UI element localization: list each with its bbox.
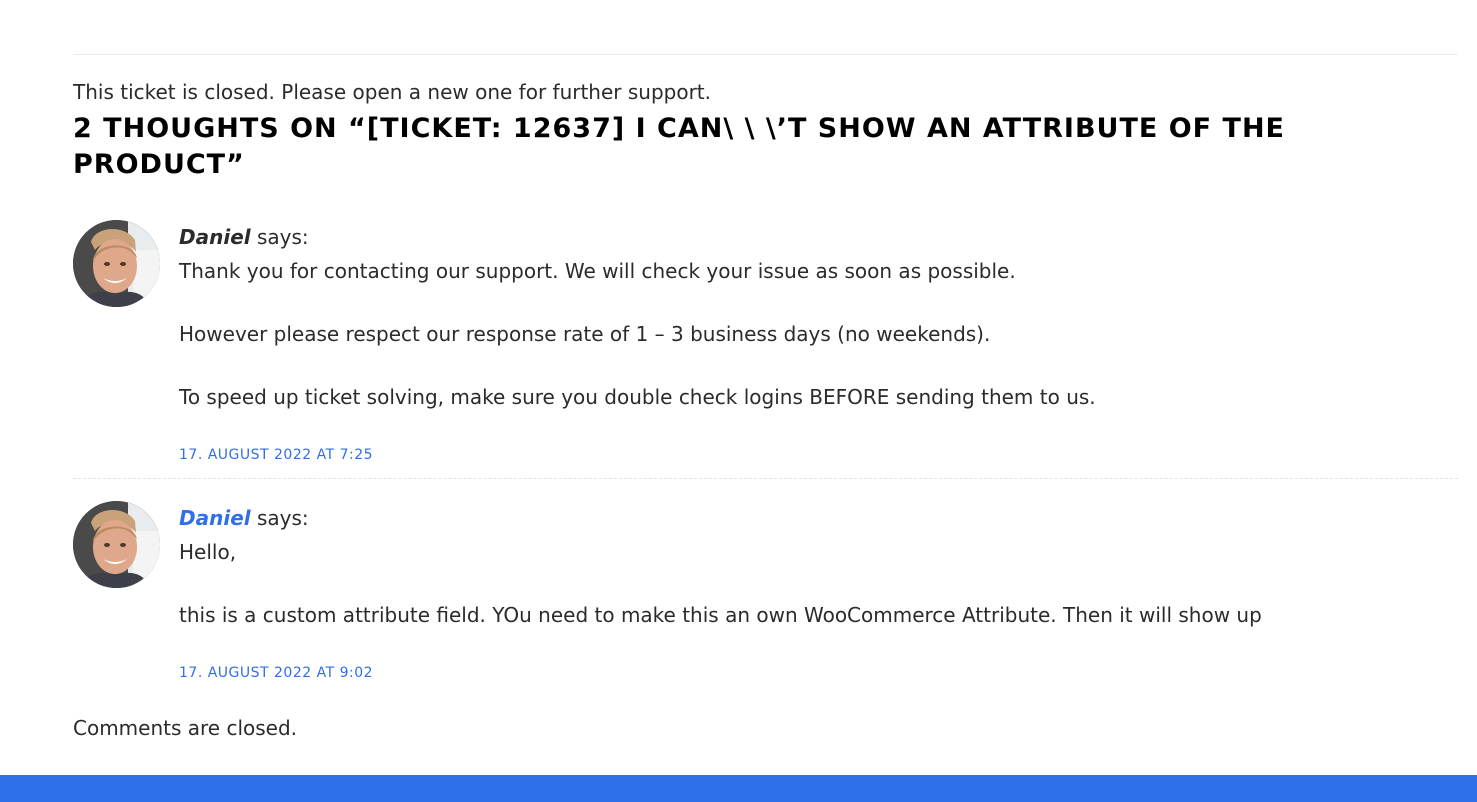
comment-meta: Daniel says: (179, 220, 1449, 254)
comment-date-link[interactable]: 17. August 2022 at 9:02 (179, 663, 373, 683)
comments-title: 2 thoughts on “[Ticket: 12637] I can\ \ … (73, 113, 1285, 180)
footer-bar (0, 775, 1477, 802)
comment-paragraph: Thank you for contacting our support. We… (179, 259, 1016, 283)
says-label: says: (250, 225, 309, 249)
comment-paragraph: this is a custom attribute field. YOu ne… (179, 603, 1262, 627)
avatar-image (73, 501, 160, 588)
author-avatar-icon (73, 220, 160, 307)
says-label: says: (250, 506, 309, 530)
comment-author-link[interactable]: Daniel (179, 506, 251, 530)
comment-body: Daniel says: Hello, this is a custom att… (179, 501, 1449, 683)
comment-date-link[interactable]: 17. August 2022 at 7:25 (179, 445, 373, 465)
comment-paragraph: However please respect our response rate… (179, 322, 991, 346)
comment-paragraph: To speed up ticket solving, make sure yo… (179, 385, 1096, 409)
top-divider (73, 54, 1458, 55)
comment-author-name: Daniel (179, 225, 251, 249)
comment-body: Daniel says: Thank you for contacting ou… (179, 220, 1449, 465)
author-avatar-icon (73, 501, 160, 588)
comment-meta: Daniel says: (179, 501, 1449, 535)
comment: Daniel says: Thank you for contacting ou… (73, 220, 1458, 479)
comment-paragraph: Hello, (179, 540, 237, 564)
comment: Daniel says: Hello, this is a custom att… (73, 501, 1458, 691)
avatar-image (73, 220, 160, 307)
comment-content: Thank you for contacting our support. We… (179, 254, 1449, 414)
comment-content: Hello, this is a custom attribute field.… (179, 535, 1449, 632)
ticket-closed-notice: This ticket is closed. Please open a new… (73, 80, 712, 104)
comments-closed-notice: Comments are closed. (73, 716, 298, 740)
page: This ticket is closed. Please open a new… (0, 0, 1477, 802)
